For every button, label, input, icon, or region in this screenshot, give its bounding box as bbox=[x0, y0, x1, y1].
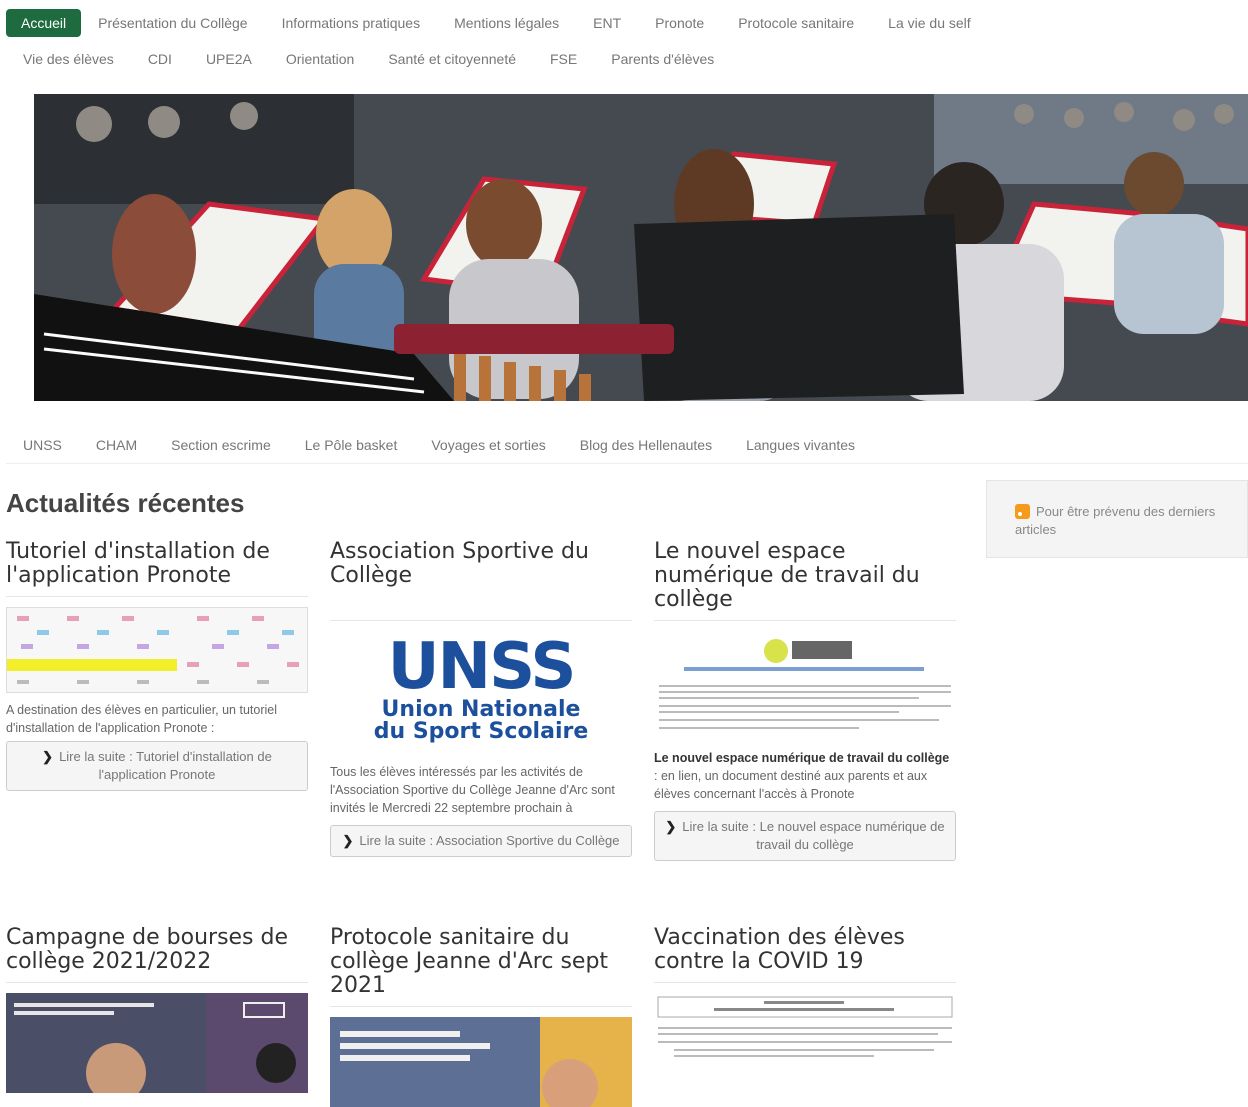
section-title: Actualités récentes bbox=[6, 488, 245, 518]
article-thumbnail[interactable] bbox=[654, 993, 956, 1093]
rss-subscribe-box[interactable]: Pour être prévenu des derniers articles bbox=[986, 480, 1248, 558]
read-more-button[interactable]: ❯ Lire la suite : Tutoriel d'installation… bbox=[6, 741, 308, 791]
read-more-label: Lire la suite : Le nouvel espace numériq… bbox=[682, 819, 945, 852]
unss-logo-subtitle-2: du Sport Scolaire bbox=[373, 719, 589, 744]
article-thumbnail[interactable] bbox=[6, 607, 308, 693]
vaccination-document-image bbox=[654, 993, 956, 1093]
bourses-campaign-image bbox=[6, 993, 308, 1093]
nav-mentions-legales[interactable]: Mentions légales bbox=[437, 9, 576, 37]
nav-presentation[interactable]: Présentation du Collège bbox=[81, 9, 264, 37]
protocole-sanitaire-image bbox=[330, 1017, 632, 1107]
main-nav-row-2: Vie des élèves CDI UPE2A Orientation San… bbox=[6, 44, 1236, 74]
article-title[interactable]: Le nouvel espace numérique de travail du… bbox=[654, 540, 956, 612]
subnav-langues-vivantes[interactable]: Langues vivantes bbox=[729, 431, 872, 459]
divider bbox=[330, 620, 632, 621]
subnav-blog-hellenautes[interactable]: Blog des Hellenautes bbox=[563, 431, 729, 459]
nav-ent[interactable]: ENT bbox=[576, 9, 638, 37]
chevron-right-icon: ❯ bbox=[342, 833, 354, 848]
article-thumbnail[interactable] bbox=[330, 1017, 632, 1107]
article-title[interactable]: Tutoriel d'installation de l'application… bbox=[6, 540, 308, 588]
divider bbox=[654, 620, 956, 621]
main-nav-row-1: Accueil Présentation du Collège Informat… bbox=[6, 8, 1236, 38]
article-summary: Le nouvel espace numérique de travail du… bbox=[654, 749, 956, 803]
timetable-image bbox=[7, 608, 307, 692]
nav-vie-des-eleves[interactable]: Vie des élèves bbox=[6, 45, 131, 73]
article-thumbnail[interactable]: UNSS Union Nationale du Sport Scolaire bbox=[330, 631, 632, 759]
subnav-pole-basket[interactable]: Le Pôle basket bbox=[288, 431, 415, 459]
read-more-label: Lire la suite : Tutoriel d'installation … bbox=[59, 749, 272, 782]
subnav-voyages-sorties[interactable]: Voyages et sorties bbox=[414, 431, 562, 459]
article-card: Le nouvel espace numérique de travail du… bbox=[654, 540, 956, 861]
nav-informations-pratiques[interactable]: Informations pratiques bbox=[265, 9, 438, 37]
nav-protocole-sanitaire[interactable]: Protocole sanitaire bbox=[721, 9, 871, 37]
orchestra-photo bbox=[34, 94, 1248, 401]
chevron-right-icon: ❯ bbox=[665, 819, 677, 834]
ent-document-image bbox=[654, 631, 956, 741]
nav-upe2a[interactable]: UPE2A bbox=[189, 45, 269, 73]
unss-logo-subtitle-1: Union Nationale bbox=[381, 697, 581, 722]
nav-pronote[interactable]: Pronote bbox=[638, 9, 721, 37]
divider bbox=[6, 982, 308, 983]
read-more-button[interactable]: ❯ Lire la suite : Association Sportive du… bbox=[330, 825, 632, 857]
subnav-section-escrime[interactable]: Section escrime bbox=[154, 431, 288, 459]
nav-accueil[interactable]: Accueil bbox=[6, 9, 82, 37]
nav-vie-du-self[interactable]: La vie du self bbox=[871, 9, 988, 37]
article-title[interactable]: Association Sportive du Collège bbox=[330, 540, 632, 588]
unss-logo: UNSS Union Nationale du Sport Scolaire bbox=[330, 631, 632, 743]
nav-fse[interactable]: FSE bbox=[533, 45, 594, 73]
article-thumbnail[interactable] bbox=[6, 993, 308, 1093]
divider bbox=[6, 596, 308, 597]
unss-logo-text: UNSS bbox=[387, 631, 577, 704]
chevron-right-icon: ❯ bbox=[42, 749, 54, 764]
hero-banner-image bbox=[34, 94, 1248, 401]
article-card: Campagne de bourses de collège 2021/2022 bbox=[6, 926, 308, 1093]
article-summary-text: : en lien, un document destiné aux paren… bbox=[654, 769, 928, 801]
article-summary: A destination des élèves en particulier,… bbox=[6, 703, 278, 735]
article-summary-bold[interactable]: Le nouvel espace numérique de travail du… bbox=[654, 751, 949, 765]
subnav-cham[interactable]: CHAM bbox=[79, 431, 154, 459]
article-card: Tutoriel d'installation de l'application… bbox=[6, 540, 308, 791]
divider bbox=[654, 982, 956, 983]
divider bbox=[330, 1006, 632, 1007]
main-navigation: Accueil Présentation du Collège Informat… bbox=[6, 8, 1236, 74]
read-more-label: Lire la suite : Association Sportive du … bbox=[359, 833, 620, 848]
rss-icon bbox=[1015, 504, 1030, 519]
nav-orientation[interactable]: Orientation bbox=[269, 45, 371, 73]
subnav-unss[interactable]: UNSS bbox=[6, 431, 79, 459]
article-card: Vaccination des élèves contre la COVID 1… bbox=[654, 926, 956, 1093]
article-thumbnail[interactable] bbox=[654, 631, 956, 741]
secondary-navigation: UNSS CHAM Section escrime Le Pôle basket… bbox=[6, 426, 1248, 464]
article-title[interactable]: Vaccination des élèves contre la COVID 1… bbox=[654, 926, 956, 974]
read-more-button[interactable]: ❯ Lire la suite : Le nouvel espace numéri… bbox=[654, 811, 956, 861]
article-summary: Tous les élèves intéressés par les activ… bbox=[330, 765, 615, 815]
article-card: Association Sportive du Collège UNSS Uni… bbox=[330, 540, 632, 857]
nav-cdi[interactable]: CDI bbox=[131, 45, 189, 73]
article-card: Protocole sanitaire du collège Jeanne d'… bbox=[330, 926, 632, 1107]
article-title[interactable]: Protocole sanitaire du collège Jeanne d'… bbox=[330, 926, 632, 998]
nav-sante-citoyennete[interactable]: Santé et citoyenneté bbox=[371, 45, 533, 73]
article-title[interactable]: Campagne de bourses de collège 2021/2022 bbox=[6, 926, 308, 974]
nav-parents-eleves[interactable]: Parents d'élèves bbox=[594, 45, 731, 73]
rss-text: Pour être prévenu des derniers articles bbox=[1015, 504, 1216, 537]
